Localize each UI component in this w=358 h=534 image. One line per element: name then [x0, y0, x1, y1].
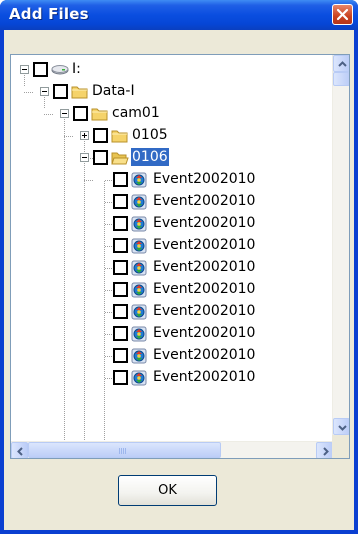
tree-node-file[interactable]: Event2002010: [11, 257, 341, 279]
horizontal-scroll-thumb[interactable]: [28, 442, 221, 458]
event-file-icon: [131, 260, 147, 276]
node-label: I:: [72, 61, 81, 77]
scroll-right-button[interactable]: [316, 442, 333, 458]
node-label: Event2002010: [153, 171, 256, 187]
node-checkbox[interactable]: [113, 238, 128, 253]
window-title: Add Files: [9, 5, 89, 23]
ok-button[interactable]: OK: [118, 475, 217, 506]
tree-node-drive[interactable]: I:: [11, 59, 311, 81]
collapse-toggle[interactable]: [20, 65, 29, 74]
event-file-icon: [131, 370, 147, 386]
event-file-icon: [131, 282, 147, 298]
event-file-icon: [131, 326, 147, 342]
collapse-toggle[interactable]: [80, 153, 89, 162]
folder-icon: [111, 130, 128, 143]
tree-line: [105, 334, 113, 335]
tree-node-folder-0105[interactable]: 0105: [11, 125, 311, 147]
tree-node-file[interactable]: Event2002010: [11, 191, 341, 213]
tree-node-file[interactable]: Event2002010: [11, 213, 341, 235]
node-checkbox[interactable]: [113, 348, 128, 363]
node-label: Event2002010: [153, 303, 256, 319]
node-checkbox[interactable]: [113, 194, 128, 209]
scrollbar-corner: [332, 435, 349, 458]
close-icon: [336, 8, 349, 21]
node-label: Event2002010: [153, 259, 256, 275]
node-label: 0105: [132, 127, 168, 143]
node-label-selected: 0106: [131, 148, 169, 166]
horizontal-scrollbar[interactable]: [11, 441, 333, 458]
file-tree[interactable]: I: Data-I cam01 0105 0106 Event2002010 E…: [10, 54, 350, 459]
tree-line: [105, 224, 113, 225]
scroll-left-button[interactable]: [11, 442, 28, 458]
node-checkbox[interactable]: [113, 172, 128, 187]
tree-line: [105, 290, 113, 291]
tree-line: [105, 268, 113, 269]
chevron-right-icon: [323, 447, 329, 456]
event-file-icon: [131, 348, 147, 364]
tree-node-folder-data-i[interactable]: Data-I: [11, 81, 311, 103]
node-checkbox[interactable]: [73, 106, 88, 121]
node-checkbox[interactable]: [113, 282, 128, 297]
node-label: Event2002010: [153, 325, 256, 341]
event-file-icon: [131, 194, 147, 210]
title-bar[interactable]: Add Files: [0, 0, 358, 30]
close-button[interactable]: [332, 4, 353, 25]
folder-icon: [71, 86, 88, 99]
node-checkbox[interactable]: [113, 216, 128, 231]
node-label: Event2002010: [153, 193, 256, 209]
collapse-toggle[interactable]: [40, 87, 49, 96]
node-checkbox[interactable]: [113, 260, 128, 275]
folder-open-icon: [111, 152, 129, 165]
node-checkbox[interactable]: [33, 62, 48, 77]
chevron-down-icon: [338, 425, 347, 431]
node-label: Event2002010: [153, 281, 256, 297]
tree-node-file[interactable]: Event2002010: [11, 169, 341, 191]
chevron-left-icon: [17, 447, 23, 456]
node-checkbox[interactable]: [113, 326, 128, 341]
tree-node-file[interactable]: Event2002010: [11, 367, 341, 389]
expand-toggle[interactable]: [80, 131, 89, 140]
tree-node-file[interactable]: Event2002010: [11, 279, 341, 301]
event-file-icon: [131, 172, 147, 188]
folder-icon: [91, 108, 108, 121]
tree-line: [105, 180, 113, 181]
tree-node-file[interactable]: Event2002010: [11, 345, 341, 367]
event-file-icon: [131, 304, 147, 320]
node-label: Event2002010: [153, 347, 256, 363]
vertical-scroll-thumb[interactable]: [333, 72, 349, 86]
node-checkbox[interactable]: [93, 128, 108, 143]
scroll-down-button[interactable]: [333, 418, 349, 435]
event-file-icon: [131, 216, 147, 232]
node-checkbox[interactable]: [113, 370, 128, 385]
vertical-scrollbar[interactable]: [332, 55, 349, 435]
event-file-icon: [131, 238, 147, 254]
dialog-client-area: I: Data-I cam01 0105 0106 Event2002010 E…: [4, 30, 354, 530]
collapse-toggle[interactable]: [60, 109, 69, 118]
node-checkbox[interactable]: [93, 150, 108, 165]
tree-line: [105, 378, 113, 379]
node-label: cam01: [112, 105, 160, 121]
drive-icon: [51, 65, 69, 75]
chevron-up-icon: [338, 61, 347, 67]
node-label: Event2002010: [153, 369, 256, 385]
tree-line: [105, 312, 113, 313]
node-checkbox[interactable]: [53, 84, 68, 99]
node-label: Data-I: [92, 83, 135, 99]
tree-node-folder-0106[interactable]: 0106: [11, 147, 311, 169]
add-files-dialog: Add Files I: Data-I cam01 0105 0106 Even…: [0, 0, 358, 534]
tree-node-folder-cam01[interactable]: cam01: [11, 103, 311, 125]
window-bottom-border: [0, 530, 358, 534]
tree-node-file[interactable]: Event2002010: [11, 235, 341, 257]
tree-line: [105, 246, 113, 247]
tree-line: [105, 356, 113, 357]
scroll-grip: [119, 448, 127, 454]
node-label: Event2002010: [153, 215, 256, 231]
tree-node-file[interactable]: Event2002010: [11, 323, 341, 345]
scroll-up-button[interactable]: [333, 55, 349, 72]
node-checkbox[interactable]: [113, 304, 128, 319]
tree-node-file[interactable]: Event2002010: [11, 301, 341, 323]
node-label: Event2002010: [153, 237, 256, 253]
tree-line: [105, 202, 113, 203]
